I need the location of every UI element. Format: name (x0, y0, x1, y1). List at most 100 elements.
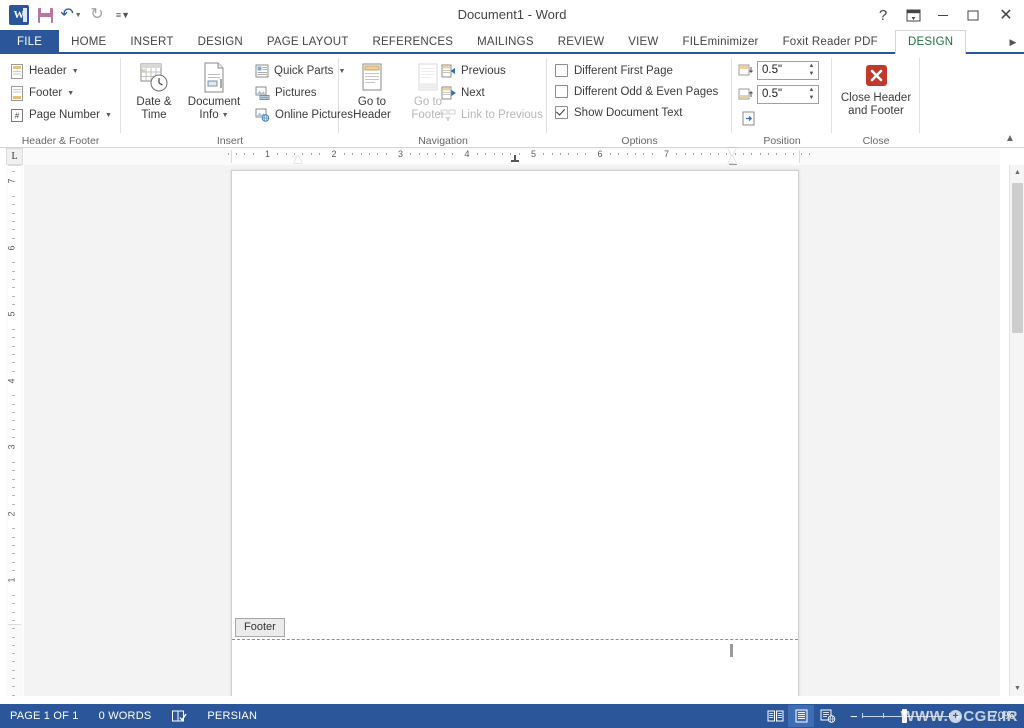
ruler-number: 1 (264, 149, 271, 159)
tab-fileminimizer[interactable]: FILEminimizer (670, 30, 770, 54)
header-from-top-stepper[interactable]: ▲ ▼ (805, 62, 818, 79)
vruler-tick (12, 661, 15, 662)
help-icon[interactable]: ? (868, 1, 898, 29)
ruler-tick (726, 153, 727, 155)
tab-view[interactable]: VIEW (616, 30, 670, 54)
vruler-tick (12, 337, 15, 338)
ruler-tick (793, 153, 794, 155)
web-layout-view-button[interactable] (814, 705, 840, 727)
ruler-tick (228, 153, 229, 155)
vruler-tick (12, 296, 15, 297)
zoom-slider[interactable]: − + (840, 704, 972, 728)
footer-section-tag[interactable]: Footer (235, 618, 285, 637)
tab-home[interactable]: HOME (59, 30, 118, 54)
zoom-out-button[interactable]: − (846, 705, 862, 727)
vruler-tick (12, 695, 15, 696)
svg-text:#: # (15, 111, 20, 120)
ruler-tick (361, 153, 362, 155)
vertical-scrollbar[interactable]: ▲ ▼ (1009, 165, 1024, 696)
stepper-down-icon[interactable]: ▼ (805, 94, 818, 103)
right-indent-markers[interactable] (728, 148, 737, 170)
vruler-number: 2 (6, 510, 17, 517)
document-canvas[interactable]: Footer (24, 165, 1000, 696)
ribbon-display-options-icon[interactable] (898, 1, 928, 29)
save-icon[interactable] (32, 3, 58, 27)
zoom-in-button[interactable]: + (950, 705, 966, 727)
vruler-tick (12, 221, 15, 222)
tab-foxit-reader-pdf[interactable]: Foxit Reader PDF (771, 30, 890, 54)
header-from-top-input[interactable]: 0.5" ▲ ▼ (757, 60, 819, 80)
go-to-header-label-line2: Header (353, 109, 391, 121)
redo-icon[interactable]: ↻ (84, 3, 110, 27)
page-indicator[interactable]: PAGE 1 OF 1 (0, 704, 89, 728)
vruler-tick (12, 504, 15, 505)
tab-page-layout[interactable]: PAGE LAYOUT (255, 30, 361, 54)
go-to-header-button[interactable]: Go to Header (345, 58, 399, 122)
header-button[interactable]: Header ▼ (6, 60, 116, 82)
zoom-slider-thumb[interactable] (902, 709, 907, 723)
close-icon[interactable]: ✕ (988, 1, 1024, 29)
print-layout-view-button[interactable] (788, 705, 814, 727)
hanging-indent-marker[interactable] (294, 155, 303, 163)
footer-from-bottom-input[interactable]: 0.5" ▲ ▼ (757, 84, 819, 104)
insert-alignment-tab-button[interactable] (738, 107, 768, 129)
ruler-tick (485, 153, 486, 155)
footer-button[interactable]: Footer ▼ (6, 82, 116, 104)
maximize-icon[interactable] (958, 1, 988, 29)
zoom-level-label[interactable]: 70% (972, 710, 1024, 722)
stepper-down-icon[interactable]: ▼ (805, 70, 818, 79)
vruler-tick (12, 204, 15, 205)
scroll-up-icon[interactable]: ▲ (1010, 165, 1024, 180)
tab-references[interactable]: REFERENCES (361, 30, 466, 54)
tab-file[interactable]: FILE (0, 30, 60, 54)
next-button[interactable]: Next (436, 82, 547, 104)
ruler-tick (585, 153, 586, 155)
stepper-up-icon[interactable]: ▲ (805, 62, 818, 71)
tab-design[interactable]: DESIGN (186, 30, 255, 54)
horizontal-ruler[interactable]: 7 6 5 4 3 2 1 (24, 148, 1000, 170)
document-info-button[interactable]: Document Info ▼ (183, 58, 245, 122)
previous-button[interactable]: Previous (436, 60, 547, 82)
scrollbar-thumb[interactable] (1012, 183, 1023, 333)
word-logo-icon[interactable]: W (6, 3, 32, 27)
zoom-track[interactable] (862, 705, 950, 727)
stepper-up-icon[interactable]: ▲ (805, 86, 818, 95)
vruler-tick (12, 620, 15, 621)
proofing-status-icon[interactable] (161, 704, 197, 728)
ruler-tick (253, 153, 254, 155)
vruler-tick (12, 645, 15, 646)
different-first-page-checkbox[interactable]: Different First Page (555, 60, 718, 81)
tab-mailings[interactable]: MAILINGS (465, 30, 546, 54)
vertical-ruler[interactable]: 7 6 5 4 3 2 1 (6, 165, 23, 696)
ruler-tick (477, 153, 478, 155)
tab-overflow-arrow-icon[interactable]: ▶ (1006, 34, 1020, 50)
vruler-tick (12, 437, 15, 438)
customize-qat-icon[interactable]: ≡▼ (110, 3, 136, 27)
tab-insert[interactable]: INSERT (118, 30, 185, 54)
language-indicator[interactable]: PERSIAN (197, 704, 267, 728)
center-tab-stop-marker[interactable] (511, 155, 519, 162)
ruler-tick (560, 153, 561, 155)
link-to-previous-button[interactable]: Link to Previous (436, 104, 547, 126)
tab-design-contextual[interactable]: DESIGN (895, 30, 967, 54)
tab-stop-selector[interactable]: L (6, 148, 23, 165)
undo-icon[interactable]: ↶ ▼ (58, 3, 84, 27)
page-number-button[interactable]: # Page Number ▼ (6, 104, 116, 126)
ruler-tick (760, 153, 761, 155)
collapse-ribbon-icon[interactable]: ▲ (1002, 131, 1018, 145)
minimize-icon[interactable] (928, 1, 958, 29)
close-header-and-footer-button[interactable]: Close Header and Footer (834, 58, 918, 118)
date-and-time-button[interactable]: Date & Time (127, 58, 181, 122)
footer-from-bottom-stepper[interactable]: ▲ ▼ (805, 86, 818, 103)
tab-review[interactable]: REVIEW (546, 30, 617, 54)
document-page[interactable]: Footer (231, 170, 799, 696)
vruler-tick (12, 412, 15, 413)
scroll-down-icon[interactable]: ▼ (1010, 681, 1024, 696)
read-mode-view-button[interactable] (762, 705, 788, 727)
ruler-tick (427, 153, 428, 155)
show-document-text-checkbox[interactable]: Show Document Text (555, 102, 718, 123)
vruler-tick (12, 595, 15, 596)
show-document-text-label: Show Document Text (574, 106, 683, 119)
different-odd-even-pages-checkbox[interactable]: Different Odd & Even Pages (555, 81, 718, 102)
word-count[interactable]: 0 WORDS (89, 704, 162, 728)
